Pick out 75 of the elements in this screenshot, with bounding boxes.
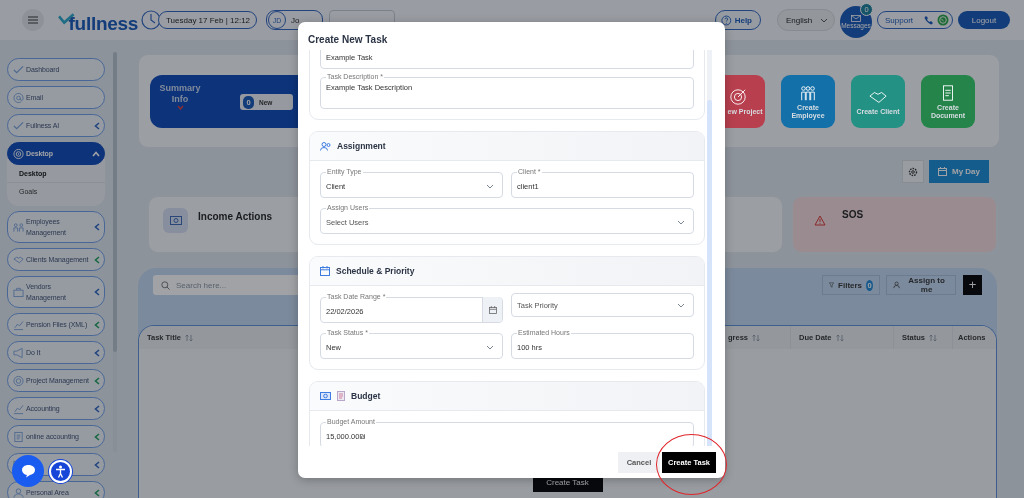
section-title: Schedule & Priority [336, 266, 415, 276]
date-time-display: Tuesday 17 Feb | 12:12 [158, 11, 257, 29]
chevron-up-icon [92, 150, 100, 157]
at-sign-icon [13, 91, 24, 104]
chevron-left-icon [94, 121, 100, 130]
card-title: Income Actions [198, 211, 273, 222]
caret-icon [677, 302, 685, 308]
summary-title: Summary Info [158, 83, 202, 105]
accessibility-icon [55, 464, 66, 478]
chevron-left-icon [94, 488, 100, 497]
add-button[interactable]: + [963, 275, 982, 295]
money-icon [320, 392, 331, 400]
filter-icon [829, 281, 835, 289]
target-icon [13, 374, 24, 387]
document-icon [337, 391, 345, 401]
person-icon [893, 281, 901, 289]
chart-icon [13, 402, 24, 415]
mail-icon [851, 14, 861, 22]
search-icon [161, 280, 170, 290]
dialog-title: Create New Task [307, 33, 389, 47]
sort-icon [184, 333, 193, 342]
logout-button[interactable]: Logout [958, 11, 1010, 29]
calendar-button[interactable] [482, 297, 502, 322]
chevron-left-icon [94, 320, 100, 329]
menu-button[interactable] [22, 9, 44, 31]
caret-icon [486, 344, 494, 350]
megaphone-icon [13, 346, 24, 359]
sort-icon [752, 333, 760, 342]
help-button[interactable]: Help [715, 10, 761, 30]
sort-icon [835, 333, 844, 342]
menu-icon [28, 16, 38, 24]
chart-icon [13, 318, 24, 331]
logo-text: fullness [68, 15, 138, 33]
assign-to-me-button[interactable]: Assign to me [886, 275, 956, 295]
warning-icon [813, 215, 826, 226]
chevron-down-icon [176, 105, 184, 110]
chevron-left-icon [94, 404, 100, 413]
people-icon [320, 141, 331, 151]
person-icon [13, 486, 24, 498]
scrollbar[interactable] [707, 50, 712, 446]
caret-icon [820, 17, 828, 23]
info-card[interactable]: SOS [792, 196, 997, 253]
people-icon [13, 221, 24, 233]
section-title: Assignment [337, 141, 386, 151]
whatsapp-icon [937, 14, 949, 26]
phone-icon [924, 15, 934, 25]
chevron-left-icon [94, 255, 100, 264]
money-icon [169, 216, 182, 225]
settings-icon [908, 166, 918, 177]
chevron-left-icon [94, 432, 100, 441]
chevron-left-icon [94, 288, 100, 296]
people-icon [799, 83, 817, 102]
section-title: Budget [351, 391, 381, 401]
sort-icon [928, 333, 937, 342]
document-icon [13, 430, 24, 443]
briefcase-icon [13, 286, 24, 298]
my-day-button[interactable]: My Day [929, 160, 989, 183]
settings-button[interactable] [902, 160, 924, 183]
language-select[interactable]: English [777, 9, 835, 31]
caret-icon [677, 219, 685, 225]
check-icon [13, 63, 24, 76]
chevron-left-icon [94, 223, 100, 231]
check-icon [13, 119, 24, 132]
chevron-left-icon [94, 460, 100, 469]
question-icon [721, 14, 732, 26]
clock-icon [141, 10, 161, 30]
chevron-left-icon [94, 348, 100, 357]
chevron-left-icon [94, 376, 100, 385]
card-title: SOS [842, 209, 864, 220]
user-name: Jo [291, 15, 300, 25]
support-button[interactable]: Support [877, 11, 953, 29]
caret-icon [486, 183, 494, 189]
target-icon [13, 147, 24, 160]
chat-bubble-icon [20, 464, 36, 478]
target-icon [729, 87, 747, 106]
